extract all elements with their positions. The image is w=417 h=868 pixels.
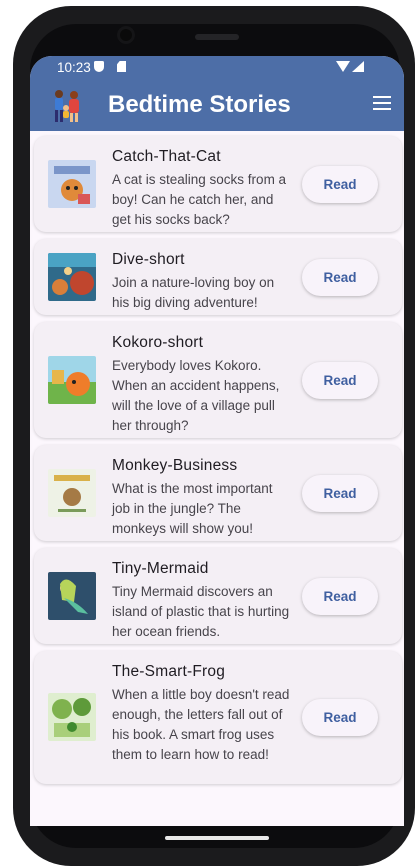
cover-thumbnail xyxy=(48,693,96,741)
read-button[interactable]: Read xyxy=(302,166,378,203)
story-title: Catch-That-Cat xyxy=(112,148,221,165)
story-description: Join a nature-loving boy on his big divi… xyxy=(112,275,275,310)
cover-thumbnail xyxy=(48,469,96,517)
app-screen: 10:23 Bedtime Stories Catch-That-Cat A c… xyxy=(30,56,404,826)
story-title: Kokoro-short xyxy=(112,334,204,351)
read-button[interactable]: Read xyxy=(302,578,378,615)
read-button[interactable]: Read xyxy=(302,362,378,399)
story-card-the-smart-frog: The-Smart-Frog When a little boy doesn't… xyxy=(34,651,402,784)
cover-thumbnail xyxy=(48,572,96,620)
wifi-icon xyxy=(336,61,350,72)
cover-thumbnail xyxy=(48,160,96,208)
app-title: Bedtime Stories xyxy=(108,91,291,118)
story-description: A cat is stealing socks from a boy! Can … xyxy=(112,172,287,227)
story-card-tiny-mermaid: Tiny-Mermaid Tiny Mermaid discovers an i… xyxy=(34,548,402,644)
story-title: Monkey-Business xyxy=(112,457,238,474)
home-indicator[interactable] xyxy=(165,836,269,840)
story-card-monkey-business: Monkey-Business What is the most importa… xyxy=(34,445,402,541)
app-bar: 10:23 Bedtime Stories xyxy=(30,56,404,131)
story-description: When a little boy doesn't read enough, t… xyxy=(112,687,290,762)
read-button[interactable]: Read xyxy=(302,475,378,512)
earpiece-speaker xyxy=(195,34,239,40)
read-button[interactable]: Read xyxy=(302,699,378,736)
cover-thumbnail xyxy=(48,356,96,404)
story-title: The-Smart-Frog xyxy=(112,663,226,680)
story-card-dive-short: Dive-short Join a nature-loving boy on h… xyxy=(34,239,402,315)
story-description: Tiny Mermaid discovers an island of plas… xyxy=(112,584,290,639)
hamburger-menu-icon[interactable] xyxy=(373,96,391,112)
sim-card-icon xyxy=(117,61,126,72)
story-card-catch-that-cat: Catch-That-Cat A cat is stealing socks f… xyxy=(34,136,402,232)
status-bar: 10:23 xyxy=(30,56,404,80)
story-card-kokoro-short: Kokoro-short Everybody loves Kokoro. Whe… xyxy=(34,322,402,438)
read-button[interactable]: Read xyxy=(302,259,378,296)
cell-signal-icon xyxy=(352,61,364,72)
story-title: Tiny-Mermaid xyxy=(112,560,209,577)
status-time: 10:23 xyxy=(57,60,91,75)
cover-thumbnail xyxy=(48,253,96,301)
story-description: Everybody loves Kokoro. When an accident… xyxy=(112,358,280,433)
story-description: What is the most important job in the ju… xyxy=(112,481,273,536)
shield-icon xyxy=(94,61,104,72)
story-title: Dive-short xyxy=(112,251,185,268)
front-camera xyxy=(117,26,135,44)
family-logo-icon xyxy=(55,90,79,122)
